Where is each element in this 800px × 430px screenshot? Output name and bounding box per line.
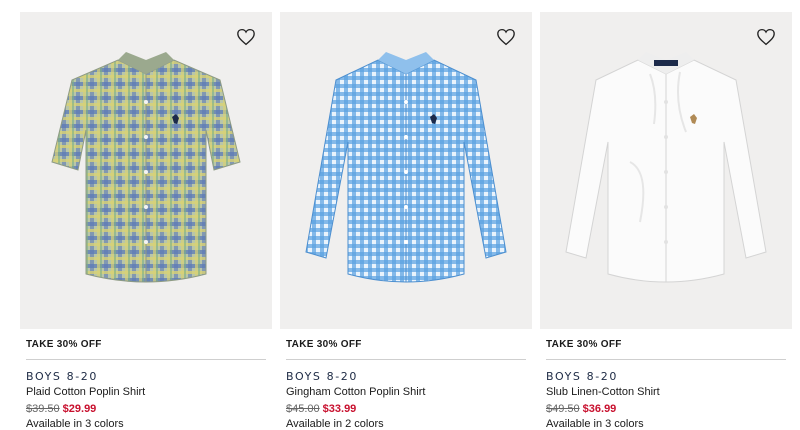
original-price: $49.50 <box>546 403 580 415</box>
product-card[interactable]: TAKE 30% OFF BOYS 8-20 Slub Linen-Cotton… <box>540 12 792 430</box>
sale-price: $33.99 <box>322 403 357 415</box>
price-row: $49.50 $36.99 <box>546 403 792 415</box>
divider <box>286 359 526 360</box>
product-image[interactable] <box>280 12 532 329</box>
price-row: $45.00 $33.99 <box>286 403 532 415</box>
sale-price: $36.99 <box>582 403 617 415</box>
heart-icon[interactable] <box>236 28 256 46</box>
original-price: $45.00 <box>286 403 320 415</box>
divider <box>26 359 266 360</box>
product-card[interactable]: TAKE 30% OFF BOYS 8-20 Plaid Cotton Popl… <box>20 12 272 430</box>
product-name-link[interactable]: Plaid Cotton Poplin Shirt <box>26 386 272 398</box>
product-name-link[interactable]: Gingham Cotton Poplin Shirt <box>286 386 532 398</box>
divider <box>546 359 786 360</box>
product-grid: TAKE 30% OFF BOYS 8-20 Plaid Cotton Popl… <box>0 0 800 430</box>
available-colors-link[interactable]: Available in 2 colors <box>286 418 532 430</box>
shirt-image <box>305 52 507 283</box>
product-image[interactable] <box>540 12 792 329</box>
original-price: $39.50 <box>26 403 60 415</box>
product-category: BOYS 8-20 <box>26 370 98 383</box>
product-image[interactable] <box>20 12 272 329</box>
promo-label: TAKE 30% OFF <box>26 339 102 350</box>
sale-price: $29.99 <box>62 403 97 415</box>
product-name-link[interactable]: Slub Linen-Cotton Shirt <box>546 386 792 398</box>
price-row: $39.50 $29.99 <box>26 403 272 415</box>
available-colors-link[interactable]: Available in 3 colors <box>26 418 272 430</box>
product-card[interactable]: TAKE 30% OFF BOYS 8-20 Gingham Cotton Po… <box>280 12 532 430</box>
available-colors-link[interactable]: Available in 3 colors <box>546 418 792 430</box>
product-category: BOYS 8-20 <box>286 370 358 383</box>
promo-label: TAKE 30% OFF <box>546 339 622 350</box>
promo-label: TAKE 30% OFF <box>286 339 362 350</box>
shirt-image <box>51 52 241 283</box>
shirt-image <box>565 52 767 283</box>
heart-icon[interactable] <box>756 28 776 46</box>
product-category: BOYS 8-20 <box>546 370 618 383</box>
heart-icon[interactable] <box>496 28 516 46</box>
